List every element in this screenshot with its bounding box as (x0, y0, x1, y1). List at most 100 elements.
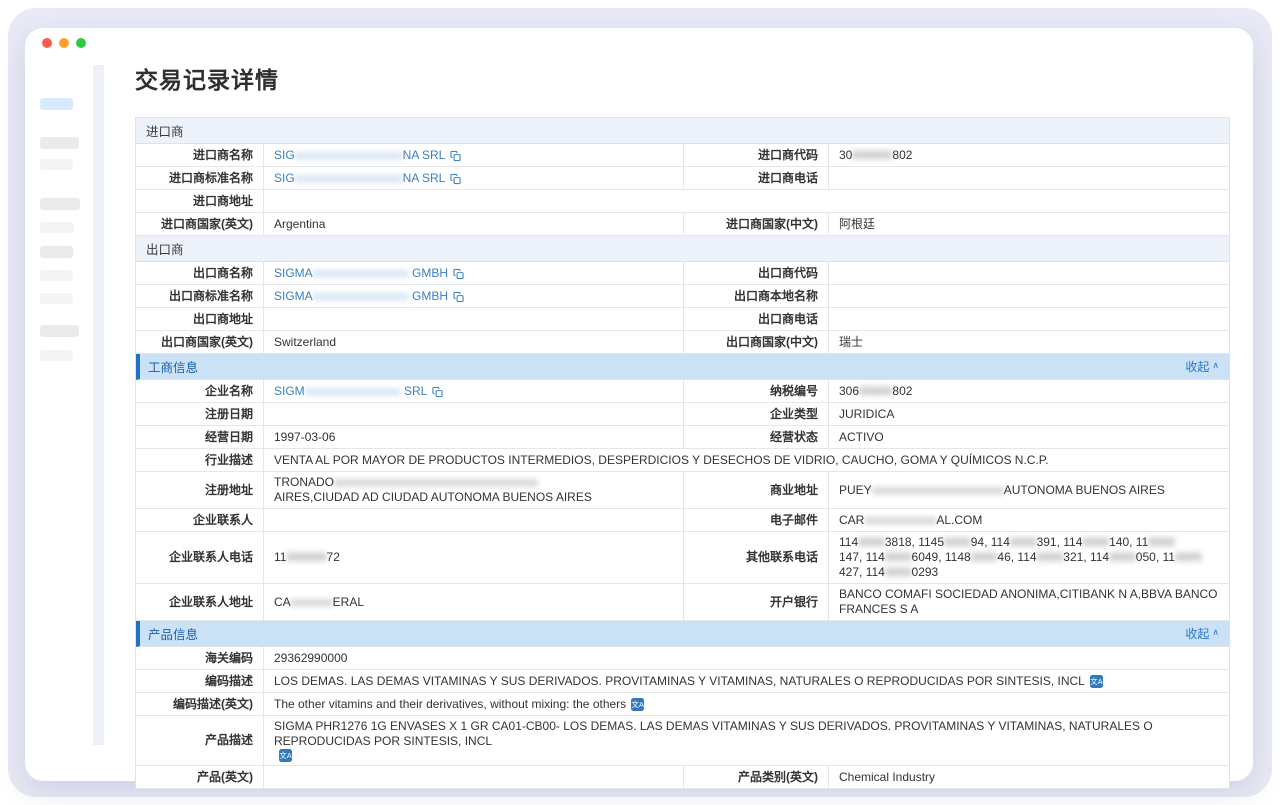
window-maximize-button[interactable] (76, 38, 86, 48)
field-label: 出口商名称 (136, 262, 264, 284)
redacted-text: 8888 (1148, 535, 1175, 550)
redacted-text: xxxxxxxxxxxxxxxxxxxxxx (872, 483, 1004, 498)
value-text: TRONADO (274, 475, 334, 490)
section-header: 进口商 (136, 118, 1229, 144)
company-link[interactable]: SIGxxxxxxxxxxxxxxxxxxNA SRL (264, 167, 684, 189)
redacted-text: xxxxxxxxxxxxxxxx (305, 384, 401, 399)
value-text: 802 (892, 384, 912, 399)
section-header: 产品信息收起∧ (136, 621, 1229, 647)
redacted-text: xxxxxxxxxxxxxxxxxx (295, 171, 403, 186)
field-value: 1997-03-06 (264, 426, 684, 448)
field-value: PUEYxxxxxxxxxxxxxxxxxxxxxxAUTONOMA BUENO… (829, 472, 1229, 508)
sidebar-skeleton-bar (40, 293, 73, 304)
copy-icon[interactable] (432, 386, 443, 398)
field-label: 出口商电话 (684, 308, 829, 330)
field-value (264, 308, 684, 330)
table-row: 编码描述(英文) The other vitamins and their der… (136, 693, 1229, 716)
sidebar-skeleton-bar (40, 137, 79, 149)
value-text: 46, 114 (997, 550, 1036, 565)
company-link[interactable]: SIGMAxxxxxxxxxxxxxxxx GMBH (264, 262, 684, 284)
table-row: 出口商标准名称SIGMAxxxxxxxxxxxxxxxx GMBH出口商本地名称 (136, 285, 1229, 308)
field-value (829, 285, 1229, 307)
sidebar-skeleton-bar (40, 198, 80, 210)
window-close-button[interactable] (42, 38, 52, 48)
window-minimize-button[interactable] (59, 38, 69, 48)
field-label: 电子邮件 (684, 509, 829, 531)
redacted-text: xxxxxxxxxxxxxxxx (313, 266, 409, 281)
copy-icon[interactable] (450, 150, 461, 162)
value-text: BANCO COMAFI SOCIEDAD ANONIMA,CITIBANK N… (839, 587, 1219, 617)
redacted-text: 8888 (1175, 550, 1202, 565)
collapse-toggle[interactable]: 收起∧ (1185, 358, 1219, 375)
value-text: LOS DEMAS. LAS DEMAS VITAMINAS Y SUS DER… (274, 674, 1085, 689)
company-link[interactable]: SIGxxxxxxxxxxxxxxxxxxNA SRL (264, 144, 684, 166)
table-row: 进口商名称SIGxxxxxxxxxxxxxxxxxxNA SRL进口商代码308… (136, 144, 1229, 167)
field-value (264, 190, 1229, 212)
field-label: 进口商国家(英文) (136, 213, 264, 235)
field-value: CAxxxxxxxERAL (264, 584, 684, 620)
main-content: 交易记录详情 进口商进口商名称SIGxxxxxxxxxxxxxxxxxxNA S… (135, 61, 1230, 789)
redacted-text: 8888 (944, 535, 971, 550)
field-label: 注册地址 (136, 472, 264, 508)
redacted-text: 8888 (1010, 535, 1037, 550)
table-row: 产品(英文)产品类别(英文)Chemical Industry (136, 766, 1229, 789)
field-value: 瑞士 (829, 331, 1229, 353)
field-label: 产品描述 (136, 716, 264, 765)
chevron-up-icon: ∧ (1212, 360, 1219, 371)
value-text: SIGMA (274, 289, 313, 304)
sidebar-skeleton-bar-active (40, 98, 73, 110)
value-text: 147, 114 (839, 550, 885, 565)
table-row: 出口商国家(英文)Switzerland出口商国家(中文)瑞士 (136, 331, 1229, 354)
field-label: 企业联系人地址 (136, 584, 264, 620)
value-text: 321, 114 (1063, 550, 1109, 565)
field-label: 编码描述(英文) (136, 693, 264, 715)
value-text: The other vitamins and their derivatives… (274, 697, 626, 712)
value-text: AIRES,CIUDAD AD CIUDAD AUTONOMA BUENOS A… (274, 490, 592, 505)
field-value: 1188888872 (264, 532, 684, 583)
value-text: 29362990000 (274, 651, 347, 666)
section-title: 工商信息 (148, 357, 198, 376)
value-text: ACTIVO (839, 430, 884, 445)
field-label: 注册日期 (136, 403, 264, 425)
field-value: VENTA AL POR MAYOR DE PRODUCTOS INTERMED… (264, 449, 1229, 471)
table-row: 进口商标准名称SIGxxxxxxxxxxxxxxxxxxNA SRL进口商电话 (136, 167, 1229, 190)
table-row: 行业描述VENTA AL POR MAYOR DE PRODUCTOS INTE… (136, 449, 1229, 472)
company-link[interactable]: SIGMAxxxxxxxxxxxxxxxx GMBH (264, 285, 684, 307)
field-value: 30688888802 (829, 380, 1229, 402)
field-label: 经营日期 (136, 426, 264, 448)
translate-icon[interactable]: 文A (631, 698, 644, 711)
value-text: 0293 (912, 565, 939, 580)
field-label: 企业类型 (684, 403, 829, 425)
field-value: Argentina (264, 213, 684, 235)
field-label: 出口商地址 (136, 308, 264, 330)
sidebar-skeleton-bar (40, 222, 74, 233)
copy-icon[interactable] (453, 268, 464, 280)
copy-icon[interactable] (453, 291, 464, 303)
field-label: 进口商标准名称 (136, 167, 264, 189)
field-label: 进口商代码 (684, 144, 829, 166)
redacted-text: 8888 (858, 535, 885, 550)
redacted-text: xxxxxxx (291, 595, 333, 610)
collapse-toggle[interactable]: 收起∧ (1185, 625, 1219, 642)
value-text: AL.COM (936, 513, 982, 528)
value-text: SRL (401, 384, 428, 399)
value-text: SIG (274, 148, 295, 163)
value-text: JURIDICA (839, 407, 894, 422)
company-link[interactable]: SIGMxxxxxxxxxxxxxxxx SRL (264, 380, 684, 402)
field-label: 纳税编号 (684, 380, 829, 402)
field-value: BANCO COMAFI SOCIEDAD ANONIMA,CITIBANK N… (829, 584, 1229, 620)
sidebar-skeleton-bar (40, 350, 73, 361)
table-row: 企业联系人地址CAxxxxxxxERAL开户银行BANCO COMAFI SOC… (136, 584, 1229, 621)
translate-icon[interactable]: 文A (279, 749, 292, 762)
sidebar-skeleton-bar (40, 270, 73, 281)
field-value: 30888888802 (829, 144, 1229, 166)
collapse-label: 收起 (1185, 358, 1209, 375)
table-row: 产品描述SIGMA PHR1276 1G ENVASES X 1 GR CA01… (136, 716, 1229, 766)
translate-icon[interactable]: 文A (1090, 675, 1103, 688)
table-row: 企业名称SIGMxxxxxxxxxxxxxxxx SRL纳税编号30688888… (136, 380, 1229, 403)
field-value: TRONADOxxxxxxxxxxxxxxxxxxxxxxxxxxxxxxxxx… (264, 472, 684, 508)
value-text: AUTONOMA BUENOS AIRES (1004, 483, 1165, 498)
copy-icon[interactable] (450, 173, 461, 185)
field-label: 进口商国家(中文) (684, 213, 829, 235)
redacted-text: 88888 (859, 384, 892, 399)
